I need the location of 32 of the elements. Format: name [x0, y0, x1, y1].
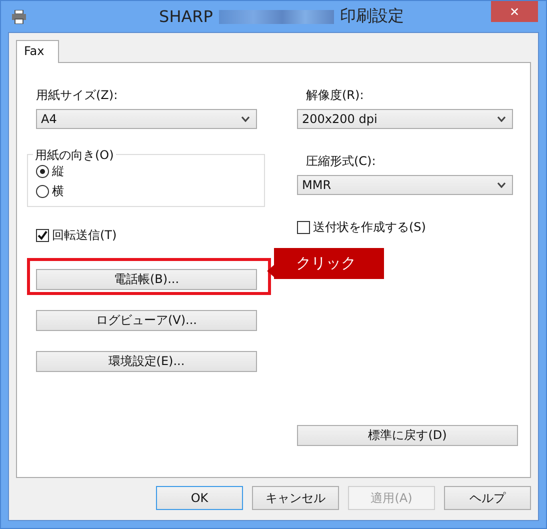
field-label: 用紙サイズ(Z):	[36, 87, 119, 104]
printer-icon	[11, 10, 27, 24]
checkbox-label: 送付状を作成する(S)	[313, 219, 426, 236]
checkbox[interactable]	[297, 221, 310, 234]
window-title: 印刷設定	[340, 6, 404, 27]
radio-label: 縦	[52, 163, 64, 180]
reset-button[interactable]: 標準に戻す(D)	[297, 425, 518, 446]
window-title: SHARP	[159, 7, 213, 26]
tab[interactable]: Fax	[16, 40, 60, 63]
checkbox-label: 回転送信(T)	[52, 227, 117, 244]
radio-button[interactable]	[36, 185, 49, 198]
close-button[interactable]: ✕	[491, 1, 538, 22]
radio-button[interactable]	[36, 165, 49, 178]
dropdown[interactable]: A4	[36, 109, 257, 129]
chevron-icon	[497, 182, 506, 188]
dialog-button[interactable]: キャンセル	[252, 486, 339, 510]
group-legend: 用紙の向き(O)	[33, 147, 116, 164]
callout-pointer	[267, 265, 274, 277]
field-label: 解像度(R):	[306, 87, 365, 104]
dialog-button[interactable]: OK	[156, 486, 243, 510]
dialog-button[interactable]: 環境設定(E)...	[36, 351, 257, 372]
checkbox[interactable]	[36, 229, 49, 242]
dialog-button[interactable]: ヘルプ	[444, 486, 531, 510]
radio-label: 横	[52, 183, 64, 200]
chevron-icon	[497, 116, 506, 122]
field-label: 圧縮形式(C):	[306, 153, 377, 170]
dialog-button[interactable]: 電話帳(B)...	[36, 269, 257, 290]
chevron-icon	[241, 116, 250, 122]
dropdown[interactable]: MMR	[297, 175, 513, 195]
dropdown[interactable]: 200x200 dpi	[297, 109, 513, 129]
dialog-button[interactable]: ログビューア(V)...	[36, 310, 257, 331]
callout-label: クリック	[274, 248, 384, 279]
